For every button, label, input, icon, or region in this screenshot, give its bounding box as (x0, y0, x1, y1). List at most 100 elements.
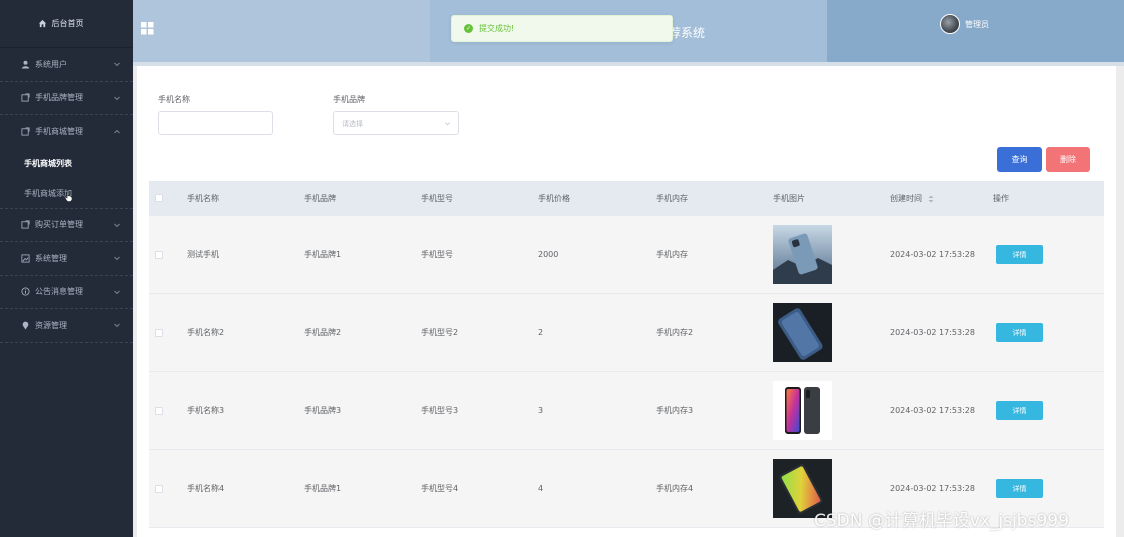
cell-name: 手机名称3 (187, 406, 225, 415)
col-header-model: 手机型号 (421, 194, 453, 203)
main-content: 手机名称 手机品牌 请选择 查询 删除 手机名称 手机品牌 手机型号 手机价格 … (137, 66, 1116, 537)
name-search-input[interactable] (158, 111, 273, 135)
col-header-created-label: 创建时间 (890, 194, 922, 203)
sidebar-item-brand[interactable]: 手机品牌管理 (0, 82, 133, 115)
col-header-brand: 手机品牌 (304, 194, 336, 203)
detail-button[interactable]: 详情 (996, 401, 1043, 420)
home-icon (38, 19, 46, 28)
cell-created: 2024-03-02 17:53:28 (890, 484, 975, 493)
sidebar-home[interactable]: 后台首页 (0, 0, 133, 48)
location-icon (20, 320, 30, 330)
document-icon (20, 127, 30, 137)
cell-price: 4 (538, 484, 544, 493)
col-header-price: 手机价格 (538, 194, 570, 203)
phone-image (773, 303, 832, 362)
document-icon (20, 93, 30, 103)
chevron-down-icon (114, 62, 120, 67)
cell-brand: 手机品牌1 (304, 250, 342, 259)
sidebar-item-resources[interactable]: 资源管理 (0, 309, 133, 343)
row-checkbox[interactable] (155, 250, 163, 259)
chevron-down-icon (114, 223, 120, 227)
query-button[interactable]: 查询 (997, 147, 1042, 172)
cell-model: 手机型号4 (421, 484, 459, 493)
phone-table: 手机名称 手机品牌 手机型号 手机价格 手机内存 手机图片 创建时间 操作 测试… (149, 181, 1104, 528)
sort-icon[interactable] (928, 195, 934, 203)
sidebar-item-orders[interactable]: 购买订单管理 (0, 209, 133, 242)
cell-name: 手机名称2 (187, 328, 225, 337)
sidebar-item-label: 手机品牌管理 (35, 93, 83, 103)
phone-image (773, 225, 832, 284)
sidebar-subitem-mall-list[interactable]: 手机商城列表 (0, 149, 133, 179)
phone-image (773, 381, 832, 440)
cell-brand: 手机品牌3 (304, 406, 342, 415)
row-checkbox[interactable] (155, 406, 163, 415)
table-row: 手机名称2 手机品牌2 手机型号2 2 手机内存2 2024-03-02 17:… (149, 294, 1104, 372)
sidebar-subitem-mall-add[interactable]: 手机商城添加 (0, 179, 133, 209)
grid-menu-icon[interactable] (141, 22, 154, 35)
sidebar-home-label: 后台首页 (51, 19, 84, 28)
sidebar-item-label: 系统用户 (35, 59, 67, 69)
chevron-down-icon (114, 256, 120, 261)
chevron-up-icon (114, 129, 120, 134)
sidebar-item-notice[interactable]: 公告消息管理 (0, 276, 133, 309)
cell-memory: 手机内存2 (656, 328, 694, 337)
toast-message: 提交成功! (479, 24, 515, 33)
cell-model: 手机型号3 (421, 406, 459, 415)
table-row: 测试手机 手机品牌1 手机型号 2000 手机内存 2024-03-02 17:… (149, 216, 1104, 294)
hand-cursor-icon (64, 191, 73, 202)
cell-model: 手机型号2 (421, 328, 459, 337)
chevron-down-icon (114, 323, 120, 328)
sidebar-item-label: 资源管理 (35, 320, 67, 330)
chevron-down-icon (114, 96, 120, 100)
cell-price: 2 (538, 328, 544, 337)
detail-button[interactable]: 详情 (996, 479, 1043, 498)
document-icon (20, 220, 30, 230)
watermark: CSDN @计算机毕设vx_jsjbs999 (814, 511, 1069, 531)
cell-memory: 手机内存3 (656, 406, 694, 415)
row-checkbox[interactable] (155, 328, 163, 337)
cell-created: 2024-03-02 17:53:28 (890, 406, 975, 415)
brand-select[interactable]: 请选择 (333, 111, 459, 135)
row-checkbox[interactable] (155, 484, 163, 493)
brand-select-placeholder: 请选择 (342, 120, 363, 128)
delete-button[interactable]: 删除 (1046, 147, 1090, 172)
detail-button[interactable]: 详情 (996, 245, 1043, 264)
avatar[interactable] (940, 14, 960, 34)
detail-button[interactable]: 详情 (996, 323, 1043, 342)
table-header: 手机名称 手机品牌 手机型号 手机价格 手机内存 手机图片 创建时间 操作 (149, 181, 1104, 216)
cell-memory: 手机内存4 (656, 484, 694, 493)
chevron-down-icon (445, 122, 450, 126)
cell-brand: 手机品牌2 (304, 328, 342, 337)
col-header-memory: 手机内存 (656, 194, 688, 203)
user-icon (20, 59, 30, 69)
cell-name: 测试手机 (187, 250, 219, 259)
brand-label: 手机品牌 (333, 95, 365, 104)
image-icon (20, 253, 30, 263)
system-title: 荐系统 (669, 26, 706, 40)
cell-memory: 手机内存 (656, 250, 688, 259)
sidebar-item-label: 购买订单管理 (35, 220, 83, 230)
cell-name: 手机名称4 (187, 484, 225, 493)
sidebar: 后台首页 系统用户 手机品牌管理 手机商城管理 手机商城列表 手机商城添加 购买… (0, 0, 133, 537)
cell-brand: 手机品牌1 (304, 484, 342, 493)
col-header-created[interactable]: 创建时间 (890, 193, 934, 204)
info-icon (20, 287, 30, 297)
cell-model: 手机型号 (421, 250, 453, 259)
name-label: 手机名称 (158, 95, 190, 104)
cell-created: 2024-03-02 17:53:28 (890, 250, 975, 259)
sidebar-item-mall[interactable]: 手机商城管理 (0, 115, 133, 149)
sidebar-item-users[interactable]: 系统用户 (0, 48, 133, 82)
success-toast: ✓ 提交成功! (451, 15, 673, 42)
select-all-checkbox[interactable] (155, 194, 163, 202)
cell-created: 2024-03-02 17:53:28 (890, 328, 975, 337)
sidebar-item-label: 公告消息管理 (35, 287, 83, 297)
sidebar-item-label: 手机商城管理 (35, 127, 83, 137)
col-header-image: 手机图片 (773, 194, 805, 203)
table-row: 手机名称3 手机品牌3 手机型号3 3 手机内存3 2024-03-02 17:… (149, 372, 1104, 450)
sidebar-item-label: 系统管理 (35, 253, 67, 263)
col-header-name: 手机名称 (187, 194, 219, 203)
col-header-actions: 操作 (993, 194, 1009, 203)
check-circle-icon: ✓ (464, 24, 473, 33)
sidebar-item-system[interactable]: 系统管理 (0, 242, 133, 276)
user-name[interactable]: 管理员 (965, 19, 989, 30)
